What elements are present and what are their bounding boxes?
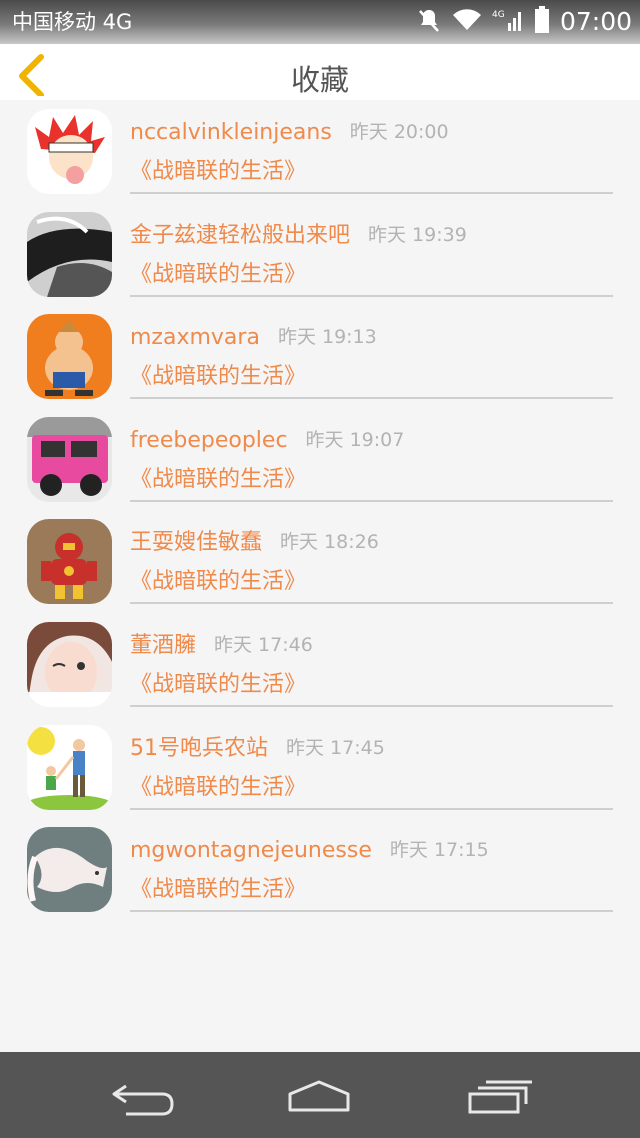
user-name-text: 王耍嫂佳敏蠢: [130, 530, 263, 556]
avatar: [27, 109, 112, 194]
list-item[interactable]: mgwontagnejeunesse 昨天 17:15 《战暗联的生活》: [0, 818, 640, 921]
avatar: [27, 416, 112, 502]
user-name-text: mzaxmvara: [130, 325, 260, 351]
signal-icon: 4G: [492, 7, 524, 37]
item-title: 《战暗联的生活》: [130, 364, 307, 390]
carrier-label: 中国移动 4G: [12, 10, 133, 34]
user-name: 王耍嫂佳敏蠢 昨天 18:26: [130, 528, 379, 557]
user-name: mgwontagnejeunesse 昨天 17:15: [130, 836, 489, 865]
user-name-text: 董酒臃: [130, 632, 197, 658]
favorites-list: nccalvinkleinjeans 昨天 20:00 《战暗联的生活》 金子兹逮…: [0, 100, 640, 921]
list-item[interactable]: 51号咆兵农站 昨天 17:45 《战暗联的生活》: [0, 716, 640, 819]
user-name: 金子兹逮轻松般出来吧 昨天 19:39: [130, 221, 467, 250]
avatar: [27, 621, 112, 707]
header: 收藏: [0, 44, 640, 100]
status-bar: 中国移动 4G 4G 07:00: [0, 0, 640, 44]
divider: [130, 192, 613, 194]
divider: [130, 602, 613, 605]
user-name: 董酒臃 昨天 17:46: [130, 631, 313, 660]
item-title: 《战暗联的生活》: [130, 466, 307, 492]
avatar: [27, 724, 112, 810]
svg-text:4G: 4G: [492, 10, 505, 20]
system-nav-bar: [0, 1052, 640, 1138]
timestamp: 昨天 17:46: [214, 633, 313, 656]
list-item[interactable]: mzaxmvara 昨天 19:13 《战暗联的生活》: [0, 305, 640, 408]
divider: [130, 910, 613, 913]
item-title: 《战暗联的生活》: [130, 159, 307, 184]
home-icon: [288, 1080, 350, 1112]
page-title: 收藏: [290, 63, 349, 97]
user-name-text: freebepeoplec: [130, 427, 288, 453]
avatar: [27, 314, 112, 400]
timestamp: 昨天 18:26: [280, 531, 379, 554]
user-name: 51号咆兵农站 昨天 17:45: [130, 734, 385, 763]
avatar: [27, 827, 112, 913]
divider: [130, 704, 613, 707]
user-name-text: 51号咆兵农站: [130, 735, 268, 761]
status-icons: 4G 07:00: [406, 6, 632, 38]
list-item[interactable]: nccalvinkleinjeans 昨天 20:00 《战暗联的生活》: [0, 100, 640, 203]
item-title: 《战暗联的生活》: [130, 569, 307, 595]
nav-recent-apps-button[interactable]: [464, 1072, 534, 1122]
item-title: 《战暗联的生活》: [130, 671, 307, 697]
divider: [130, 807, 613, 810]
nav-home-button[interactable]: [284, 1072, 354, 1122]
notifications-off-icon: [416, 7, 442, 37]
timestamp: 昨天 19:13: [277, 326, 377, 349]
nav-back-button[interactable]: [108, 1072, 178, 1122]
user-name-text: mgwontagnejeunesse: [130, 838, 372, 864]
user-name: nccalvinkleinjeans 昨天 20:00: [130, 118, 449, 147]
user-name-text: 金子兹逮轻松般出来吧: [130, 222, 351, 248]
clock: 07:00: [559, 7, 632, 36]
list-item[interactable]: 董酒臃 昨天 17:46 《战暗联的生活》: [0, 613, 640, 716]
list-item[interactable]: freebepeoplec 昨天 19:07 《战暗联的生活》: [0, 408, 640, 511]
item-title: 《战暗联的生活》: [130, 877, 307, 903]
avatar: [27, 519, 112, 605]
timestamp: 昨天 19:07: [305, 428, 405, 451]
battery-icon: [534, 6, 550, 38]
divider: [130, 294, 613, 297]
divider: [130, 499, 613, 502]
item-title: 《战暗联的生活》: [130, 774, 307, 800]
timestamp: 昨天 20:00: [349, 121, 449, 143]
user-name: freebepeoplec 昨天 19:07: [130, 426, 404, 455]
wifi-icon: [452, 8, 482, 36]
back-icon: [112, 1084, 174, 1116]
recent-apps-icon: [468, 1080, 532, 1114]
timestamp: 昨天 17:15: [389, 839, 489, 862]
avatar: [27, 211, 112, 297]
list-item[interactable]: 王耍嫂佳敏蠢 昨天 18:26 《战暗联的生活》: [0, 510, 640, 613]
timestamp: 昨天 19:39: [368, 223, 467, 246]
divider: [130, 397, 613, 400]
user-name: mzaxmvara 昨天 19:13: [130, 323, 377, 352]
timestamp: 昨天 17:45: [286, 736, 385, 759]
list-item[interactable]: 金子兹逮轻松般出来吧 昨天 19:39 《战暗联的生活》: [0, 203, 640, 306]
item-title: 《战暗联的生活》: [130, 261, 307, 287]
user-name-text: nccalvinkleinjeans: [130, 120, 332, 145]
